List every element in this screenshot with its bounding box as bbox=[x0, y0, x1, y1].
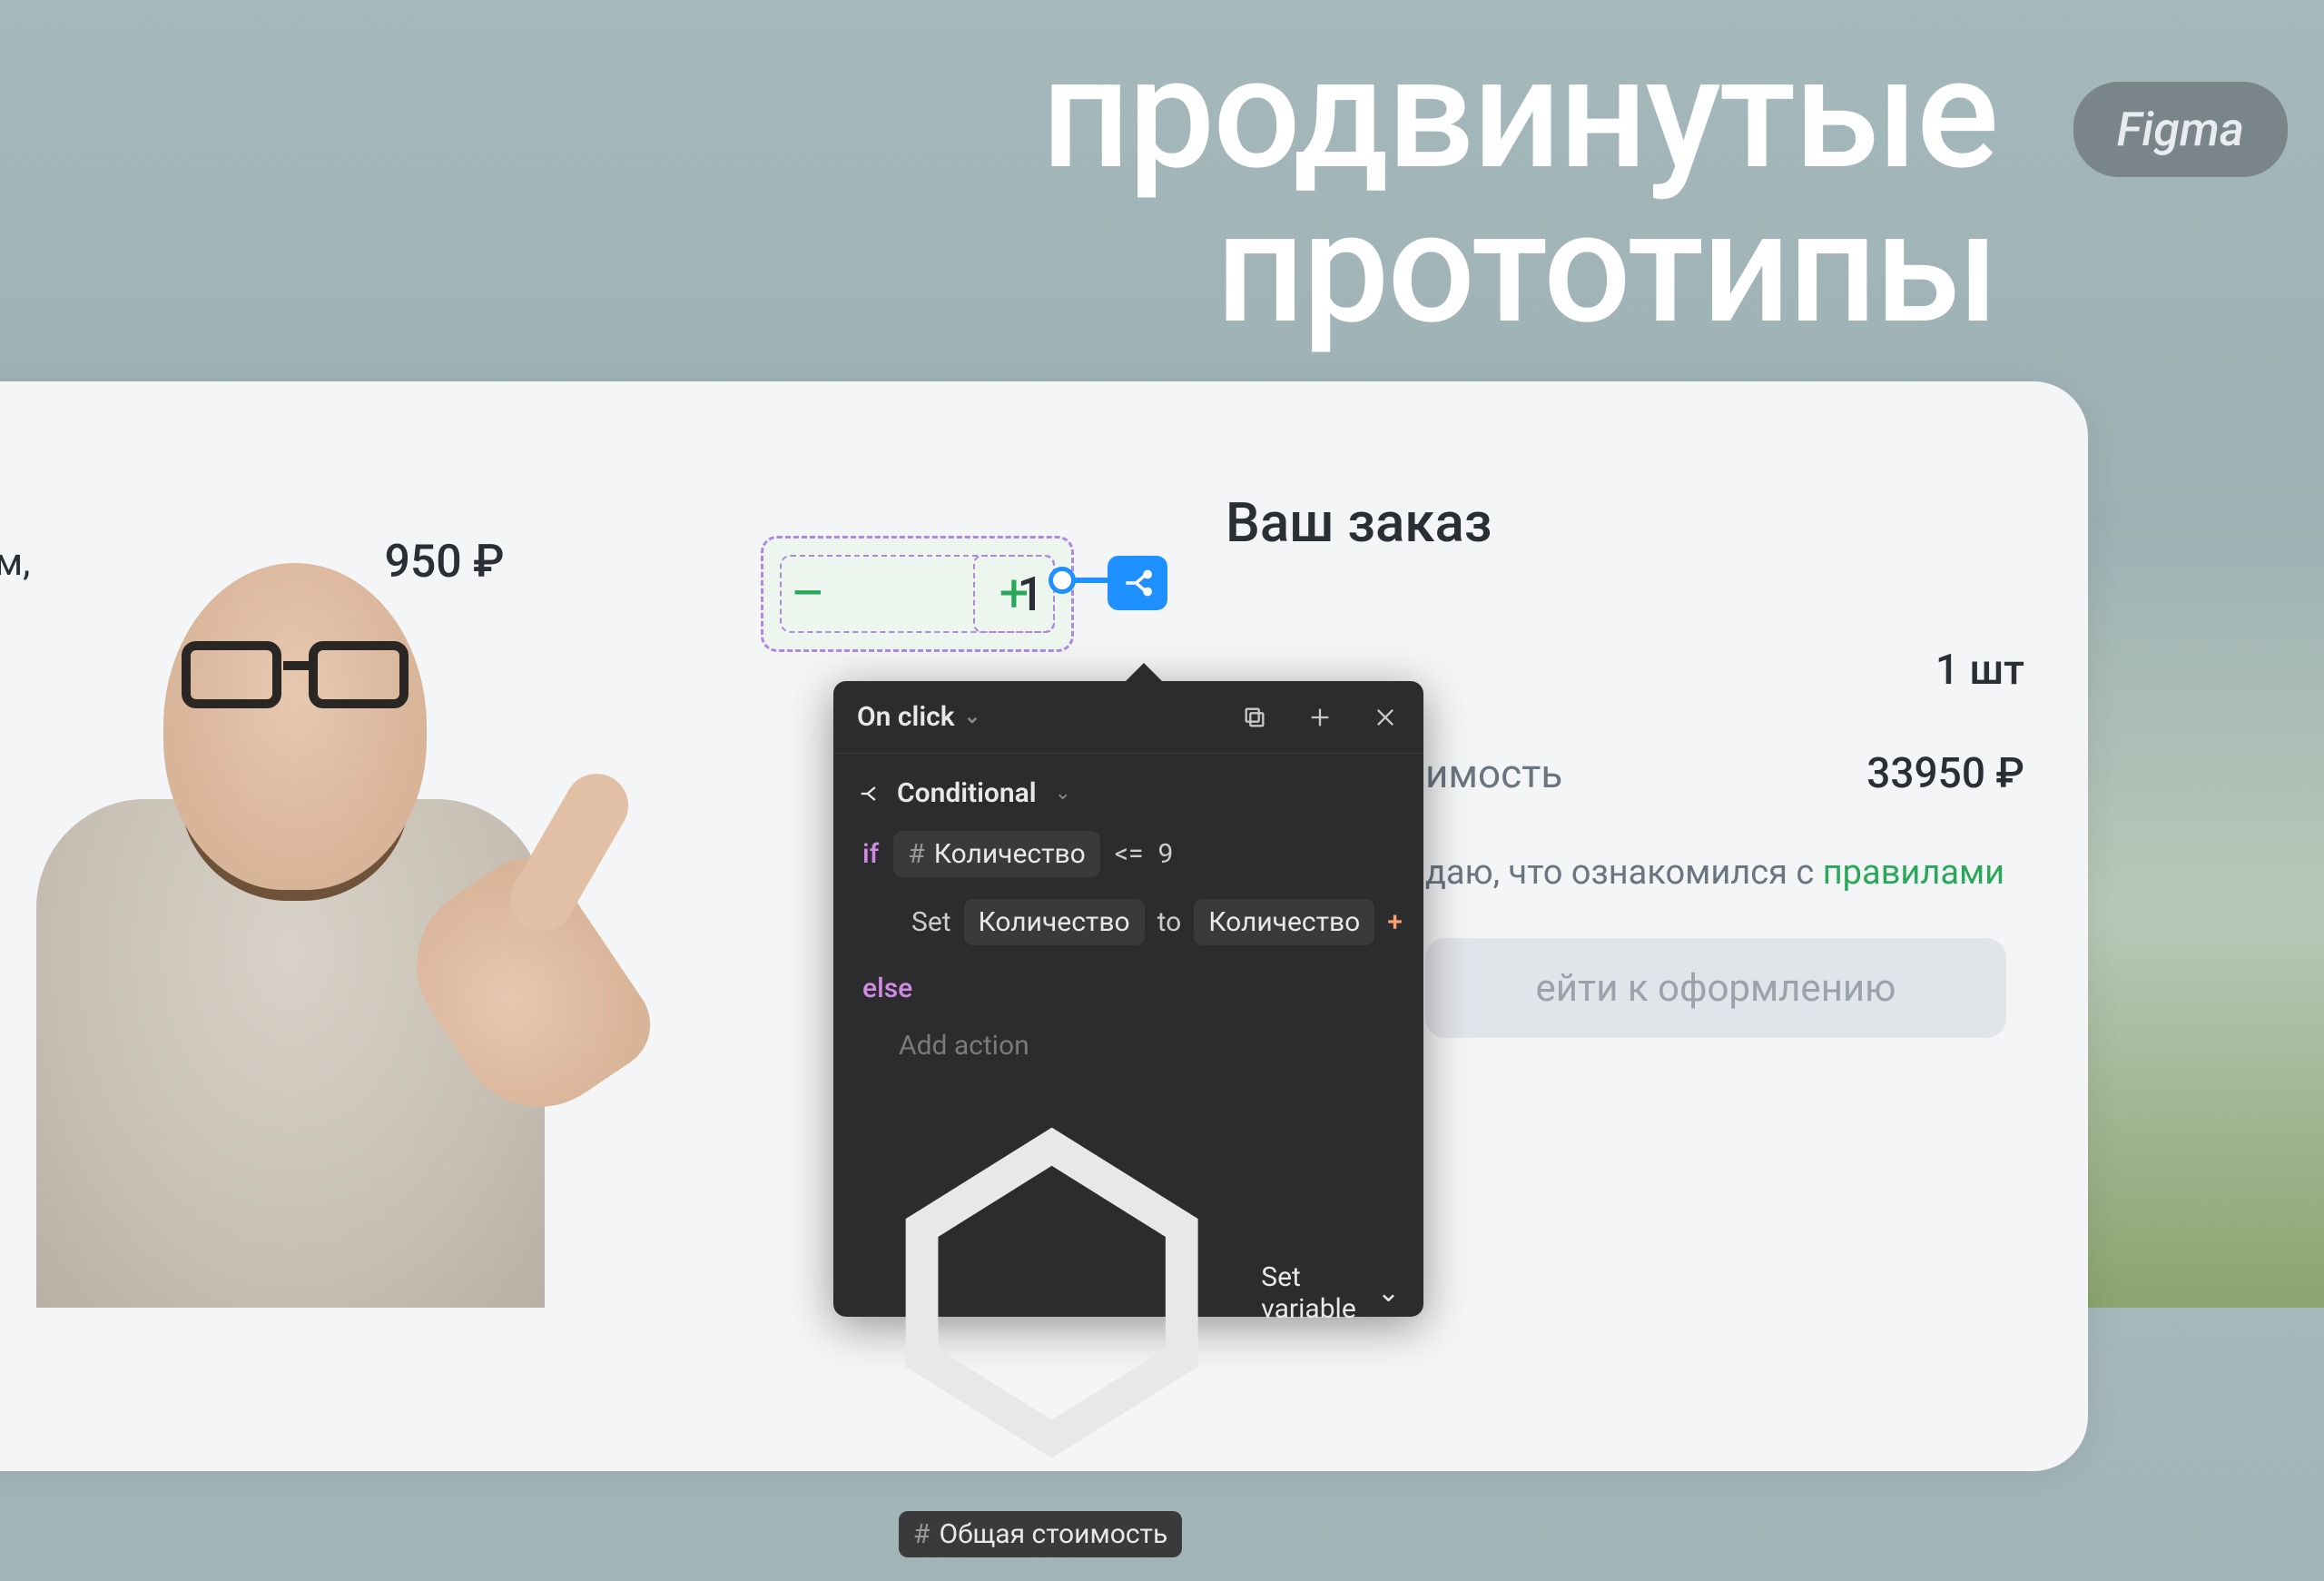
rules-link[interactable]: правилами bbox=[1823, 853, 2004, 893]
prototype-actions-panel: On click ⌄ Conditional ⌄ if # bbox=[833, 681, 1423, 1317]
product-row: 0 м, 950 ₽ bbox=[0, 536, 504, 588]
variable-name: Общая стоимость bbox=[939, 1518, 1167, 1550]
set-keyword: Set bbox=[911, 906, 951, 938]
variable-name: Количество bbox=[1208, 906, 1360, 938]
to-keyword: to bbox=[1157, 906, 1182, 938]
variable-icon bbox=[857, 1098, 1246, 1487]
stepper-plus-button[interactable]: + bbox=[1000, 563, 1029, 625]
set-variable-section[interactable]: Set variable ⌄ bbox=[857, 1098, 1400, 1487]
figma-badge: Figma bbox=[2073, 82, 2288, 177]
order-count: 1 шт bbox=[1935, 646, 2024, 695]
checkout-button[interactable]: ейти к оформлению bbox=[1425, 938, 2006, 1038]
order-total-value: 33950 ₽ bbox=[1866, 749, 2024, 798]
consent-prefix: даю, что ознакомился с bbox=[1425, 853, 1823, 893]
product-meta: 0 м, bbox=[0, 540, 30, 585]
variable-pill-total[interactable]: # Общая стоимость bbox=[899, 1511, 1182, 1557]
order-total-label: имость bbox=[1425, 750, 1562, 797]
hash-icon: # bbox=[913, 1518, 930, 1550]
duplicate-icon[interactable] bbox=[1240, 703, 1269, 732]
chevron-down-icon: ⌄ bbox=[964, 706, 980, 728]
hero-line1: продвинутые bbox=[1042, 36, 1997, 191]
conditional-section[interactable]: Conditional ⌄ bbox=[857, 777, 1400, 809]
plus-operator: + bbox=[1387, 906, 1403, 938]
panel-body: Conditional ⌄ if # Количество <= 9 Set К… bbox=[833, 754, 1423, 1581]
conditional-icon bbox=[857, 781, 882, 806]
order-title: Ваш заказ bbox=[1226, 490, 2043, 555]
product-price: 950 ₽ bbox=[384, 536, 504, 588]
quantity-stepper[interactable]: – 1 + bbox=[761, 536, 1074, 652]
prototype-connection-line bbox=[1073, 578, 1111, 583]
stepper-plus-selection[interactable]: + bbox=[973, 555, 1055, 633]
if-keyword: if bbox=[862, 838, 879, 870]
variable-name: Количество bbox=[979, 906, 1130, 938]
add-icon[interactable] bbox=[1305, 703, 1334, 732]
add-action-button[interactable]: Add action bbox=[899, 1030, 1400, 1062]
else-keyword: else bbox=[862, 973, 1400, 1004]
set-variable-label: Set variable bbox=[1261, 1261, 1363, 1325]
panel-header: On click ⌄ bbox=[833, 681, 1423, 754]
trigger-label: On click bbox=[857, 701, 955, 733]
variable-pill-quantity-source[interactable]: Количество bbox=[1194, 899, 1374, 945]
set-variable-action[interactable]: Set Количество to Количество + bbox=[899, 899, 1400, 945]
variable-pill-quantity[interactable]: # Количество bbox=[893, 831, 1100, 877]
hash-icon: # bbox=[908, 838, 924, 870]
prototype-connection-node[interactable] bbox=[1049, 567, 1076, 594]
comparison-value: 9 bbox=[1158, 838, 1174, 870]
interaction-icon bbox=[1120, 566, 1155, 600]
chevron-down-icon: ⌄ bbox=[1377, 1277, 1400, 1309]
hero-title: продвинутые прототипы bbox=[1042, 36, 1997, 345]
consent-text: даю, что ознакомился с правилами bbox=[1425, 853, 2043, 893]
hero-line2: прототипы bbox=[1042, 191, 1997, 345]
variable-pill-quantity-target[interactable]: Количество bbox=[964, 899, 1145, 945]
comparison-operator: <= bbox=[1115, 838, 1144, 870]
conditional-label: Conditional bbox=[897, 777, 1037, 809]
stepper-minus-button[interactable]: – bbox=[791, 563, 825, 625]
close-icon[interactable] bbox=[1371, 703, 1400, 732]
chevron-down-icon: ⌄ bbox=[1055, 782, 1071, 805]
if-condition-row[interactable]: if # Количество <= 9 bbox=[862, 831, 1400, 877]
prototype-interaction-chip[interactable] bbox=[1108, 556, 1167, 610]
variable-name: Количество bbox=[934, 838, 1086, 870]
trigger-dropdown[interactable]: On click ⌄ bbox=[857, 701, 980, 733]
